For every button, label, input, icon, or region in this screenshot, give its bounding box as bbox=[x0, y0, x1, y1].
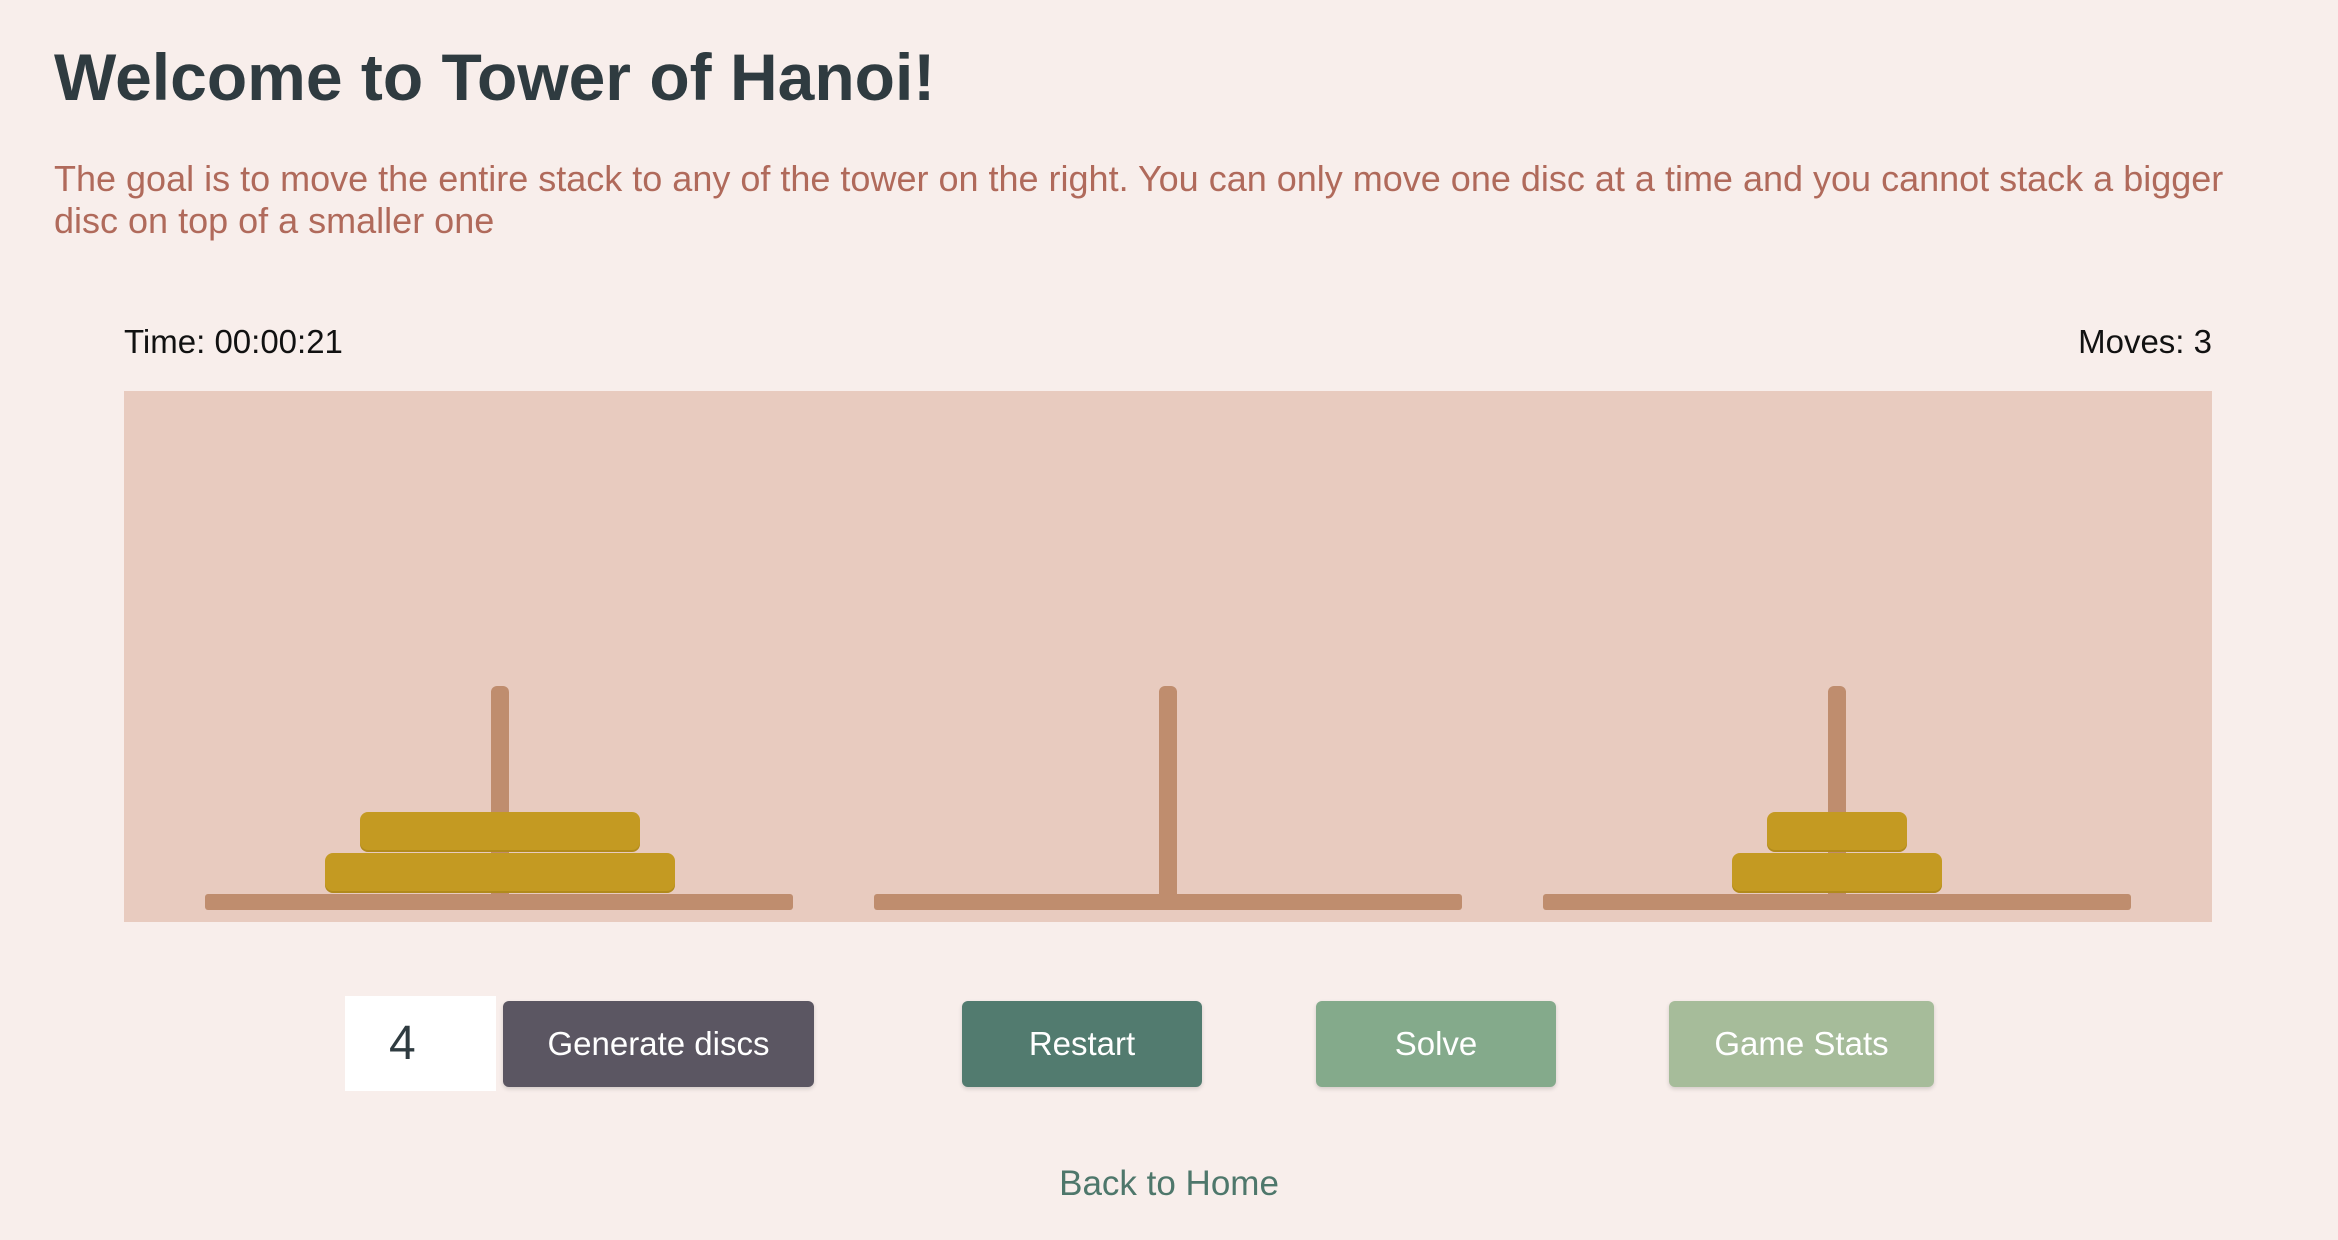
restart-button[interactable]: Restart bbox=[962, 1001, 1202, 1087]
game-description: The goal is to move the entire stack to … bbox=[54, 158, 2224, 241]
tower-right-base[interactable] bbox=[1543, 894, 2131, 910]
disc-4[interactable] bbox=[325, 853, 675, 893]
disc-2[interactable] bbox=[1732, 853, 1942, 893]
disc-3[interactable] bbox=[360, 812, 640, 852]
page-title: Welcome to Tower of Hanoi! bbox=[54, 40, 936, 114]
timer-display: Time: 00:00:21 bbox=[124, 323, 343, 360]
game-board bbox=[124, 391, 2212, 922]
disc-count-input[interactable] bbox=[345, 996, 496, 1091]
tower-middle-base[interactable] bbox=[874, 894, 1462, 910]
disc-1[interactable] bbox=[1767, 812, 1907, 852]
back-to-home-link[interactable]: Back to Home bbox=[0, 1162, 2338, 1206]
move-counter: Moves: 3 bbox=[2078, 323, 2212, 360]
game-stats-button[interactable]: Game Stats bbox=[1669, 1001, 1934, 1087]
solve-button[interactable]: Solve bbox=[1316, 1001, 1556, 1087]
generate-discs-button[interactable]: Generate discs bbox=[503, 1001, 814, 1087]
tower-left-base[interactable] bbox=[205, 894, 793, 910]
tower-middle-peg[interactable] bbox=[1159, 686, 1177, 906]
